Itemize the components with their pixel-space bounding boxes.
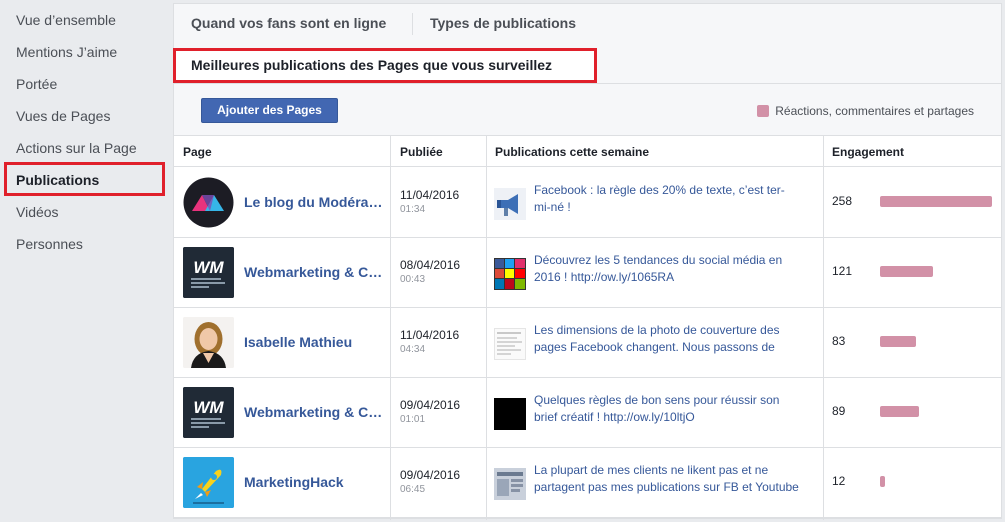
page-name-link[interactable]: Webmarketing & Com: [244, 404, 384, 420]
post-link[interactable]: Découvrez les 5 tendances du social médi…: [534, 252, 799, 286]
header-published[interactable]: Publiée: [400, 145, 443, 159]
legend-label: Réactions, commentaires et partages: [775, 104, 974, 118]
tab-bar: Quand vos fans sont en ligne Types de pu…: [174, 4, 1001, 44]
page-name-link[interactable]: Isabelle Mathieu: [244, 334, 384, 350]
wm-logo[interactable]: WM: [183, 387, 234, 438]
main-panel: Quand vos fans sont en ligne Types de pu…: [173, 3, 1002, 520]
page-name-link[interactable]: Webmarketing & Com: [244, 264, 384, 280]
page-name-link[interactable]: MarketingHack: [244, 474, 384, 490]
blogdumoderateur-logo[interactable]: [183, 177, 234, 228]
table-row: Isabelle Mathieu 11/04/2016 04:34 Les di…: [174, 308, 1001, 378]
tab-top-posts-watched[interactable]: Meilleures publications des Pages que vo…: [173, 48, 597, 83]
document-thumb[interactable]: [494, 328, 526, 360]
post-time: 00:43: [400, 274, 426, 285]
toolbar: Ajouter des Pages Réactions, commentaire…: [174, 84, 1001, 136]
engagement-bar: [880, 266, 933, 277]
engagement-value: 12: [832, 474, 846, 488]
sidebar-item-page-views[interactable]: Vues de Pages: [16, 107, 110, 125]
svg-text:WM: WM: [193, 258, 224, 277]
blog-thumb[interactable]: [494, 468, 526, 500]
post-date: 11/04/2016: [400, 188, 460, 202]
page-name-link[interactable]: Le blog du Modérateur: [244, 194, 384, 210]
sidebar: Vue d’ensemble Mentions J’aime Portée Vu…: [0, 0, 170, 522]
rocket-logo[interactable]: [183, 457, 234, 508]
svg-text:WM: WM: [193, 398, 224, 417]
engagement-value: 89: [832, 404, 846, 418]
sidebar-item-reach[interactable]: Portée: [16, 75, 57, 93]
table-row: WM Webmarketing & Com 09/04/2016 01:01 Q…: [174, 378, 1001, 448]
legend-swatch: [757, 105, 770, 117]
table-row: Le blog du Modérateur 11/04/2016 01:34 F…: [174, 168, 1001, 238]
tab-divider: [412, 13, 413, 35]
tab-fans-online[interactable]: Quand vos fans sont en ligne: [191, 15, 386, 31]
post-date: 09/04/2016: [400, 468, 461, 482]
engagement-bar: [880, 336, 916, 347]
add-pages-button[interactable]: Ajouter des Pages: [201, 98, 338, 123]
post-time: 06:45: [400, 484, 426, 495]
sidebar-item-actions[interactable]: Actions sur la Page: [16, 139, 137, 157]
sub-tab-bar: Meilleures publications des Pages que vo…: [173, 44, 1001, 84]
engagement-bar: [880, 406, 919, 417]
engagement-value: 121: [832, 264, 853, 278]
social-icons-thumb[interactable]: [494, 258, 526, 290]
person-photo[interactable]: [183, 317, 234, 368]
black-thumb[interactable]: [494, 398, 526, 430]
sidebar-item-likes[interactable]: Mentions J’aime: [16, 43, 117, 61]
header-page[interactable]: Page: [183, 145, 212, 159]
sidebar-item-posts[interactable]: Publications: [16, 171, 99, 189]
table-row: WM Webmarketing & Com 08/04/2016 00:43 D…: [174, 238, 1001, 308]
engagement-bar: [880, 196, 992, 207]
table-row: MarketingHack 09/04/2016 06:45 La plupar…: [174, 448, 1001, 518]
post-date: 09/04/2016: [400, 398, 461, 412]
megaphone-thumb[interactable]: [494, 188, 526, 220]
post-time: 04:34: [400, 344, 426, 355]
post-time: 01:01: [400, 414, 426, 425]
sidebar-item-overview[interactable]: Vue d’ensemble: [16, 11, 116, 29]
header-engagement[interactable]: Engagement: [832, 145, 904, 159]
engagement-value: 258: [832, 194, 853, 208]
wm-logo[interactable]: WM: [183, 247, 234, 298]
engagement-value: 83: [832, 334, 846, 348]
post-date: 08/04/2016: [400, 258, 461, 272]
post-date: 11/04/2016: [400, 328, 460, 342]
tab-post-types[interactable]: Types de publications: [430, 15, 576, 31]
post-time: 01:34: [400, 204, 426, 215]
engagement-bar: [880, 476, 885, 487]
sidebar-item-people[interactable]: Personnes: [16, 235, 83, 253]
legend: Réactions, commentaires et partages: [757, 104, 974, 118]
post-link[interactable]: Quelques règles de bon sens pour réussir…: [534, 392, 799, 426]
header-posts[interactable]: Publications cette semaine: [495, 145, 649, 159]
post-link[interactable]: La plupart de mes clients ne likent pas …: [534, 462, 799, 496]
table-header: Page Publiée Publications cette semaine …: [174, 136, 1001, 167]
sidebar-item-videos[interactable]: Vidéos: [16, 203, 59, 221]
post-link[interactable]: Facebook : la règle des 20% de texte, c’…: [534, 182, 799, 216]
post-link[interactable]: Les dimensions de la photo de couverture…: [534, 322, 799, 356]
